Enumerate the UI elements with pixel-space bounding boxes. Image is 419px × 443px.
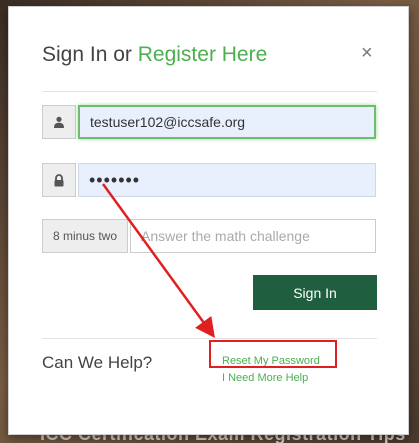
lock-icon: [42, 163, 76, 197]
math-answer-field[interactable]: [130, 219, 376, 253]
annotation-highlight-box: [209, 340, 337, 368]
close-button[interactable]: ×: [361, 43, 373, 63]
email-field[interactable]: [78, 105, 376, 139]
footer-divider: [42, 338, 377, 339]
user-icon-glyph: [54, 116, 64, 128]
math-challenge-label: 8 minus two: [42, 219, 128, 253]
password-row: [42, 163, 377, 197]
header-divider: [42, 91, 377, 92]
help-label: Can We Help?: [42, 353, 153, 372]
title-prefix: Sign In or: [42, 43, 138, 66]
need-more-help-link[interactable]: I Need More Help: [222, 370, 320, 387]
math-challenge-row: 8 minus two: [42, 219, 377, 253]
lock-icon-glyph: [54, 173, 64, 186]
register-link[interactable]: Register Here: [138, 43, 268, 66]
password-field[interactable]: [78, 163, 376, 197]
dialog-title: Sign In or Register Here: [42, 43, 267, 67]
user-icon: [42, 105, 76, 139]
close-icon: ×: [361, 42, 373, 64]
sign-in-button[interactable]: Sign In: [253, 275, 377, 310]
email-row: [42, 105, 377, 139]
sign-in-dialog: Sign In or Register Here × 8 minus two S…: [8, 6, 409, 435]
